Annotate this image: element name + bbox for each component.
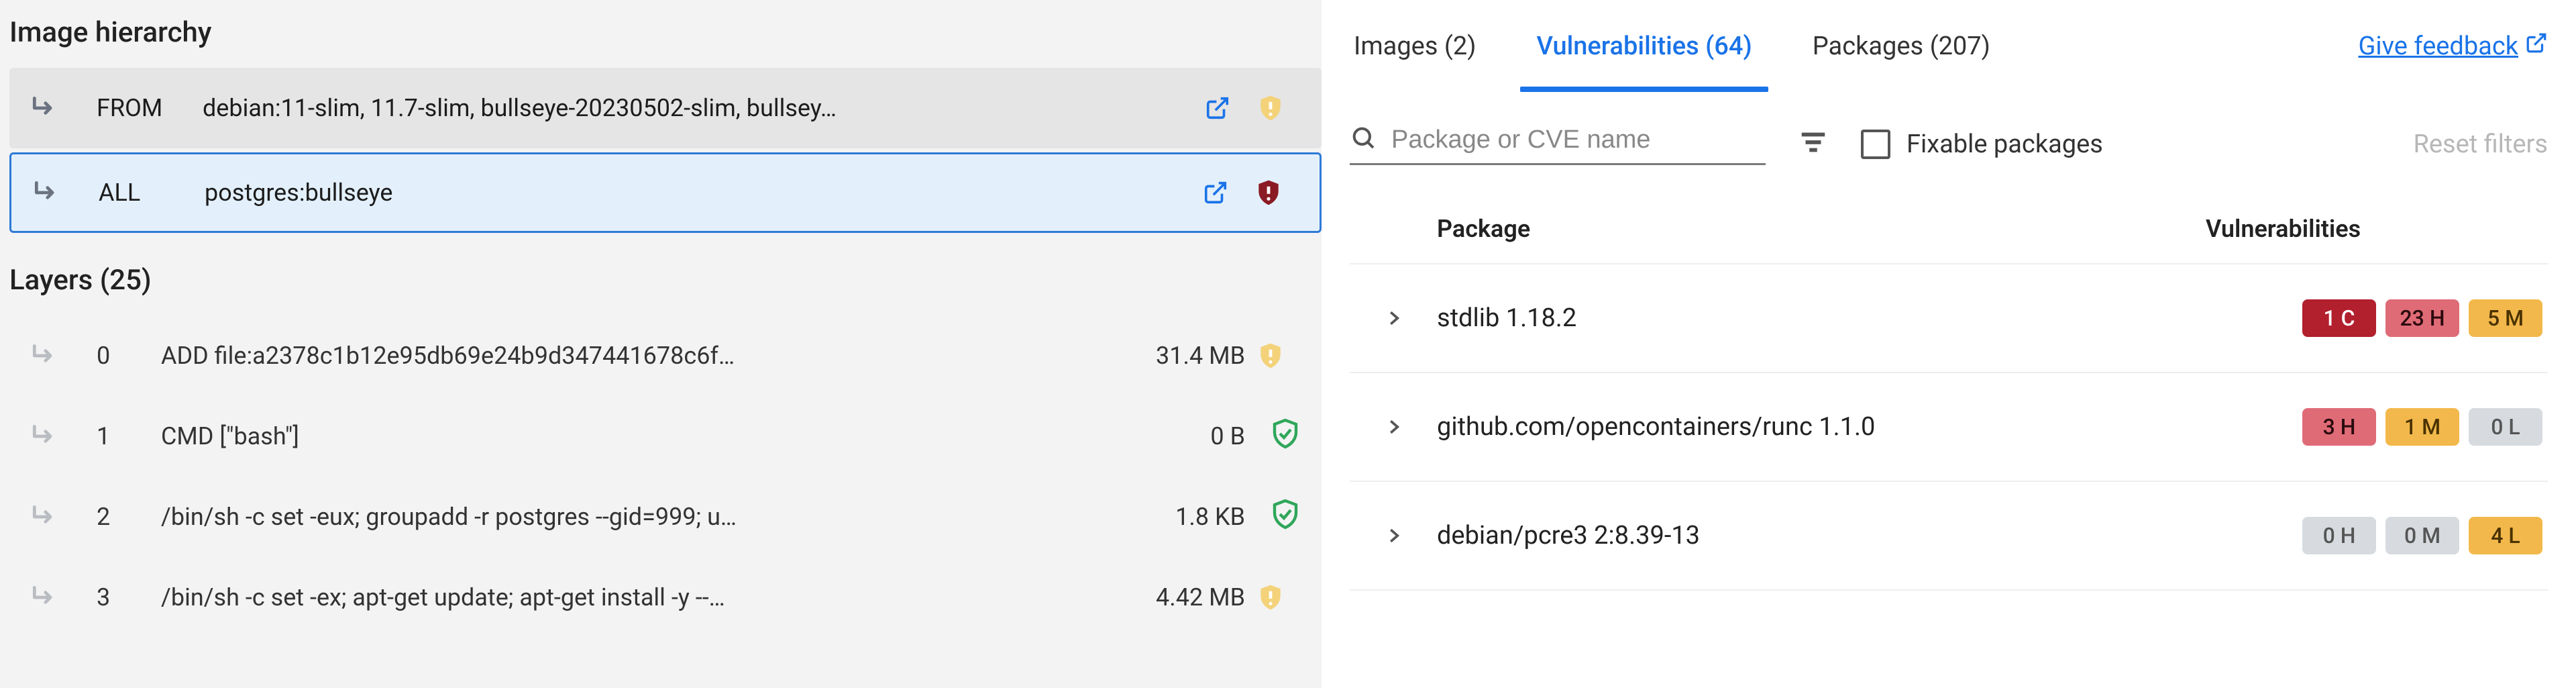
tab-bar: Images (2) Vulnerabilities (64) Packages (… bbox=[1350, 0, 2548, 94]
give-feedback-label: Give feedback bbox=[2358, 32, 2518, 61]
sub-arrow-icon bbox=[30, 583, 97, 612]
severity-badge: 23 H bbox=[2385, 299, 2459, 337]
status-shield-icon bbox=[1269, 581, 1301, 613]
vuln-row[interactable]: debian/pcre3 2:8.39-130 H0 M 4 L bbox=[1350, 482, 2548, 591]
severity-badge: 1 M bbox=[2385, 408, 2459, 446]
checkbox-icon[interactable] bbox=[1861, 130, 1890, 159]
severity-badges: 0 H0 M 4 L bbox=[2302, 517, 2548, 554]
reset-filters-button[interactable]: Reset filters bbox=[2413, 130, 2548, 159]
severity-badge: 0 H bbox=[2302, 517, 2376, 554]
hierarchy-row[interactable]: ALLpostgres:bullseye bbox=[9, 152, 1322, 233]
layers-list: 0ADD file:a2378c1b12e95db69e24b9d3474416… bbox=[9, 315, 1322, 638]
layer-index: 3 bbox=[97, 583, 161, 611]
severity-badge: 0 M bbox=[2385, 517, 2459, 554]
external-link-icon[interactable] bbox=[1203, 180, 1228, 205]
column-package: Package bbox=[1437, 215, 2206, 243]
search-input[interactable] bbox=[1391, 126, 1766, 154]
vuln-table-body: stdlib 1.18.21 C23 H 5 M github.com/openco… bbox=[1350, 264, 2548, 591]
tab[interactable]: Images (2) bbox=[1350, 2, 1480, 91]
layer-index: 1 bbox=[97, 422, 161, 450]
vuln-row[interactable]: github.com/opencontainers/runc 1.1.03 H1… bbox=[1350, 373, 2548, 482]
severity-badges: 3 H1 M 0 L bbox=[2302, 408, 2548, 446]
sub-arrow-icon bbox=[30, 341, 97, 371]
filter-bar: Fixable packages Reset filters bbox=[1350, 94, 2548, 195]
hierarchy-text: debian:11-slim, 11.7-slim, bullseye-2023… bbox=[203, 94, 1205, 122]
layer-size: 1.8 KB bbox=[1111, 503, 1245, 531]
sub-arrow-icon bbox=[30, 422, 97, 451]
package-name: stdlib 1.18.2 bbox=[1437, 303, 2302, 333]
layer-index: 0 bbox=[97, 342, 161, 370]
severity-badge: 5 M bbox=[2469, 299, 2542, 337]
severity-badges: 1 C23 H 5 M bbox=[2302, 299, 2548, 337]
severity-badge: 1 C bbox=[2302, 299, 2376, 337]
package-name: github.com/opencontainers/runc 1.1.0 bbox=[1437, 412, 2302, 442]
status-shield-icon bbox=[1267, 177, 1299, 209]
layer-row[interactable]: 0ADD file:a2378c1b12e95db69e24b9d3474416… bbox=[9, 315, 1322, 396]
hierarchy-tag: ALL bbox=[99, 179, 205, 207]
sub-arrow-icon bbox=[30, 502, 97, 532]
layer-row[interactable]: 1CMD ["bash"]0 B bbox=[9, 396, 1322, 477]
layer-size: 31.4 MB bbox=[1111, 342, 1245, 370]
tab[interactable]: Packages (207) bbox=[1809, 2, 1994, 91]
package-name: debian/pcre3 2:8.39-13 bbox=[1437, 521, 2302, 550]
sub-arrow-icon bbox=[30, 93, 97, 123]
external-link-icon bbox=[2525, 32, 2548, 61]
layer-size: 4.42 MB bbox=[1111, 583, 1245, 611]
search-wrap bbox=[1350, 124, 1766, 165]
status-shield-icon bbox=[1269, 498, 1301, 536]
vuln-table-header: Package Vulnerabilities bbox=[1350, 195, 2548, 264]
layer-command: CMD ["bash"] bbox=[161, 422, 1111, 450]
left-panel: Image hierarchy FROMdebian:11-slim, 11.7… bbox=[0, 0, 1322, 688]
external-link-icon[interactable] bbox=[1205, 95, 1230, 121]
chevron-right-icon[interactable] bbox=[1350, 308, 1437, 328]
fixable-packages-label: Fixable packages bbox=[1907, 130, 2103, 159]
sub-arrow-icon bbox=[32, 178, 99, 207]
tab[interactable]: Vulnerabilities (64) bbox=[1532, 2, 1756, 91]
fixable-packages-toggle[interactable]: Fixable packages bbox=[1861, 130, 2103, 159]
layer-size: 0 B bbox=[1111, 422, 1245, 450]
column-vulnerabilities: Vulnerabilities bbox=[2206, 215, 2548, 243]
vuln-row[interactable]: stdlib 1.18.21 C23 H 5 M bbox=[1350, 264, 2548, 373]
hierarchy-text: postgres:bullseye bbox=[205, 179, 1203, 207]
image-hierarchy-title: Image hierarchy bbox=[9, 0, 1322, 68]
layer-row[interactable]: 2/bin/sh -c set -eux; groupadd -r postgr… bbox=[9, 477, 1322, 557]
hierarchy-tag: FROM bbox=[97, 94, 203, 122]
status-shield-icon bbox=[1269, 340, 1301, 372]
layer-command: /bin/sh -c set -ex; apt-get update; apt-… bbox=[161, 583, 1111, 611]
image-hierarchy-list: FROMdebian:11-slim, 11.7-slim, bullseye-… bbox=[9, 68, 1322, 233]
severity-badge: 4 L bbox=[2469, 517, 2542, 554]
layers-title: Layers (25) bbox=[9, 237, 1322, 315]
status-shield-icon bbox=[1269, 92, 1301, 124]
layer-index: 2 bbox=[97, 503, 161, 531]
layer-command: ADD file:a2378c1b12e95db69e24b9d34744167… bbox=[161, 342, 1111, 370]
chevron-right-icon[interactable] bbox=[1350, 417, 1437, 437]
filter-icon[interactable] bbox=[1798, 126, 1829, 162]
status-shield-icon bbox=[1269, 417, 1301, 455]
hierarchy-row[interactable]: FROMdebian:11-slim, 11.7-slim, bullseye-… bbox=[9, 68, 1322, 148]
give-feedback-link[interactable]: Give feedback bbox=[2358, 32, 2548, 61]
search-icon bbox=[1350, 124, 1391, 156]
layer-row[interactable]: 3/bin/sh -c set -ex; apt-get update; apt… bbox=[9, 557, 1322, 638]
severity-badge: 0 L bbox=[2469, 408, 2542, 446]
layer-command: /bin/sh -c set -eux; groupadd -r postgre… bbox=[161, 503, 1111, 531]
severity-badge: 3 H bbox=[2302, 408, 2376, 446]
right-panel: Images (2) Vulnerabilities (64) Packages (… bbox=[1322, 0, 2576, 688]
chevron-right-icon[interactable] bbox=[1350, 526, 1437, 546]
